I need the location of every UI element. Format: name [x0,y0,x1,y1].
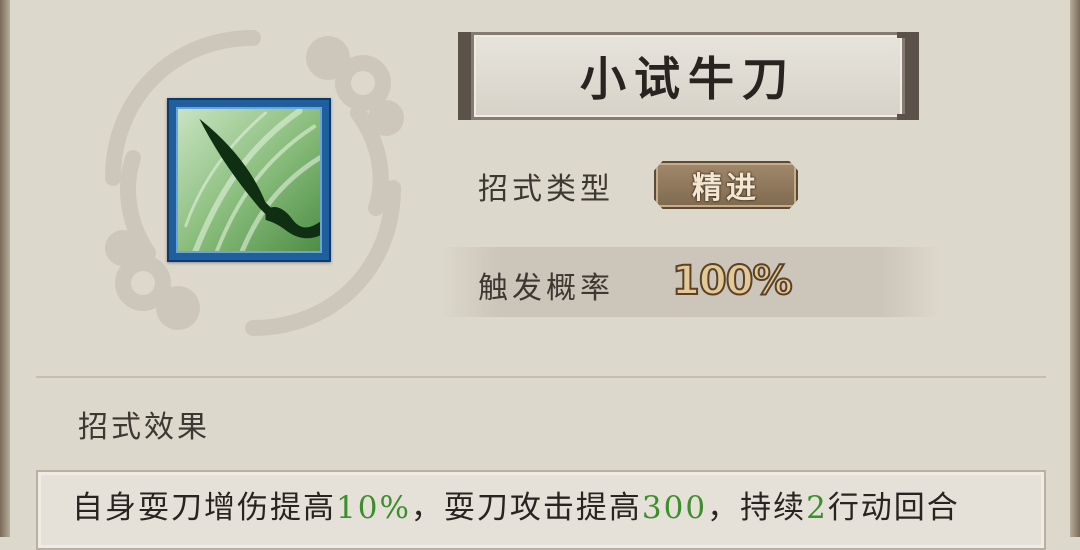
title-bracket-right [897,32,919,120]
skill-name: 小试牛刀 [580,52,796,106]
section-divider [36,376,1046,378]
effect-highlight-value: 10% [336,490,411,526]
trigger-rate-label: 触发概率 [478,271,614,306]
effect-heading: 招式效果 [78,410,210,445]
effect-text-part: 自身耍刀增伤提高 [72,490,336,526]
effect-text-part: 行动回合 [827,490,960,526]
effect-highlight-value: 2 [806,490,828,526]
skill-icon-frame[interactable] [167,98,331,262]
effect-text-part: ，耍刀攻击提高 [410,490,642,526]
curved-blade-icon [178,109,320,251]
trigger-rate-value: 100% [671,257,794,305]
title-bracket-left [458,32,480,120]
skill-type-value: 精进 [692,171,760,206]
effect-description-box: 自身耍刀增伤提高10%，耍刀攻击提高300，持续2行动回合 [36,470,1046,550]
effect-description: 自身耍刀增伤提高10%，耍刀攻击提高300，持续2行动回合 [72,482,960,527]
skill-type-badge: 精进 [654,161,798,209]
skill-type-label: 招式类型 [478,172,614,207]
effect-text-part: ，持续 [707,490,807,526]
panel-left-edge [0,0,10,537]
effect-highlight-value: 300 [641,490,708,526]
panel-right-edge [1070,0,1080,537]
skill-title-box: 小试牛刀 [471,32,905,120]
